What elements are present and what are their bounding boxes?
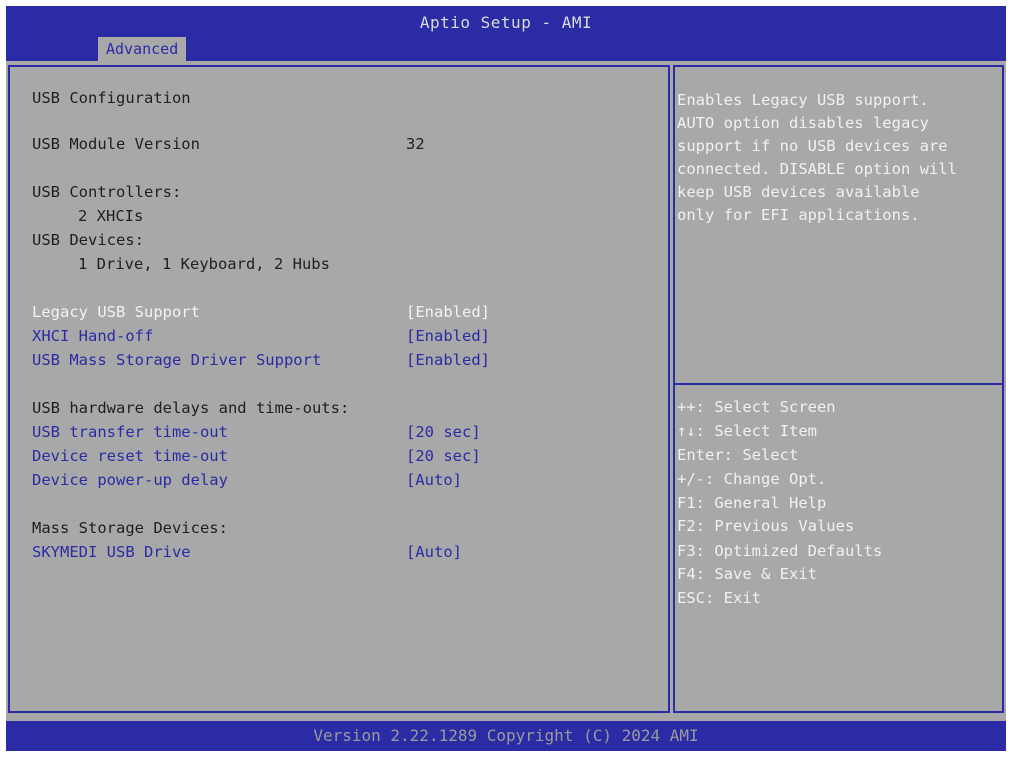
bios-screen: Aptio Setup - AMI Advanced USB Configura… bbox=[6, 6, 1006, 751]
setting-usb-transfer-timeout-value[interactable]: [20 sec] bbox=[406, 422, 481, 442]
help-line-3: support if no USB devices are bbox=[677, 137, 948, 155]
setting-device-reset-timeout[interactable]: Device reset time-out bbox=[32, 446, 228, 466]
setting-device-power-up-delay-value[interactable]: [Auto] bbox=[406, 470, 462, 490]
setting-skymedi-usb-drive[interactable]: SKYMEDI USB Drive bbox=[32, 542, 191, 562]
key-help-general-help: F1: General Help bbox=[677, 494, 827, 512]
section-title: USB Configuration bbox=[32, 89, 191, 107]
setting-skymedi-usb-drive-value[interactable]: [Auto] bbox=[406, 542, 462, 562]
key-help-select-item: ↑↓: Select Item bbox=[677, 422, 817, 440]
app-title: Aptio Setup - AMI bbox=[419, 13, 593, 32]
setting-legacy-usb-support-value[interactable]: [Enabled] bbox=[406, 302, 490, 322]
help-line-4: connected. DISABLE option will bbox=[677, 160, 957, 178]
version-text: Version 2.22.1289 Copyright (C) 2024 AMI bbox=[313, 726, 699, 745]
tab-advanced[interactable]: Advanced bbox=[98, 37, 187, 61]
help-line-6: only for EFI applications. bbox=[677, 206, 920, 224]
module-version-label: USB Module Version bbox=[32, 135, 200, 153]
help-line-1: Enables Legacy USB support. bbox=[677, 91, 929, 109]
setting-mass-storage-driver-support[interactable]: USB Mass Storage Driver Support bbox=[32, 350, 321, 370]
help-line-5: keep USB devices available bbox=[677, 183, 920, 201]
setting-xhci-hand-off-value[interactable]: [Enabled] bbox=[406, 326, 490, 346]
footer-bar: Version 2.22.1289 Copyright (C) 2024 AMI bbox=[6, 721, 1006, 751]
key-help-enter: Enter: Select bbox=[677, 446, 799, 464]
controllers-value: 2 XHCIs bbox=[78, 207, 144, 225]
setting-legacy-usb-support[interactable]: Legacy USB Support bbox=[32, 302, 200, 322]
delays-header: USB hardware delays and time-outs: bbox=[32, 399, 350, 417]
key-help-save-exit: F4: Save & Exit bbox=[677, 565, 817, 583]
devices-value: 1 Drive, 1 Keyboard, 2 Hubs bbox=[78, 255, 330, 273]
setting-device-power-up-delay[interactable]: Device power-up delay bbox=[32, 470, 228, 490]
controllers-label: USB Controllers: bbox=[32, 183, 182, 201]
key-help-select-screen: ++: Select Screen bbox=[677, 398, 836, 416]
devices-label: USB Devices: bbox=[32, 231, 144, 249]
mass-storage-header: Mass Storage Devices: bbox=[32, 519, 228, 537]
help-divider bbox=[675, 383, 1002, 385]
settings-pane bbox=[8, 65, 670, 713]
setting-xhci-hand-off[interactable]: XHCI Hand-off bbox=[32, 326, 153, 346]
key-help-previous-values: F2: Previous Values bbox=[677, 517, 855, 535]
title-bar: Aptio Setup - AMI Advanced bbox=[6, 6, 1006, 61]
key-help-optimized-defaults: F3: Optimized Defaults bbox=[677, 542, 883, 560]
key-help-exit: ESC: Exit bbox=[677, 589, 761, 607]
setting-device-reset-timeout-value[interactable]: [20 sec] bbox=[406, 446, 481, 466]
setting-mass-storage-driver-support-value[interactable]: [Enabled] bbox=[406, 350, 490, 370]
setting-usb-transfer-timeout[interactable]: USB transfer time-out bbox=[32, 422, 228, 442]
key-help-change-opt: +/-: Change Opt. bbox=[677, 470, 827, 488]
help-line-2: AUTO option disables legacy bbox=[677, 114, 929, 132]
module-version-value: 32 bbox=[406, 135, 425, 153]
